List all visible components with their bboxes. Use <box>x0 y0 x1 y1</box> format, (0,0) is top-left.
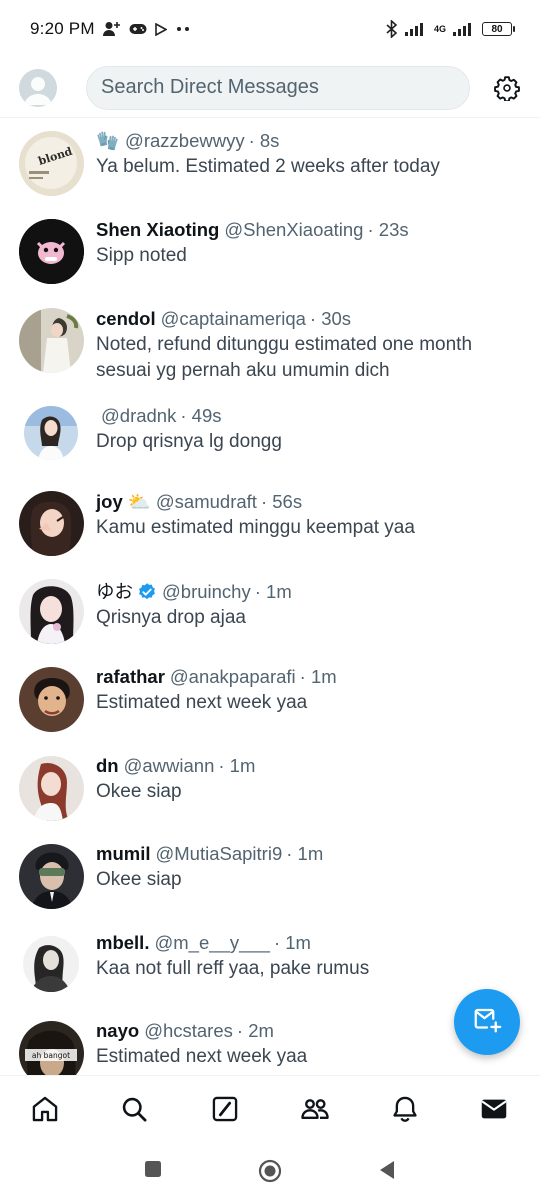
dm-time: · 1m <box>299 666 337 687</box>
new-message-icon <box>472 1005 502 1040</box>
avatar[interactable] <box>19 219 84 284</box>
dm-handle: @m_e__y___ <box>154 932 270 953</box>
dm-message: Okee siap <box>96 869 182 890</box>
dm-handle: @ShenXiaoating <box>224 219 364 240</box>
status-bar: 9:20 PM 4G 80 <box>0 0 540 58</box>
dm-message: Drop qrisnya lg dongg <box>96 431 282 452</box>
dm-handle: @samudraft <box>155 491 257 512</box>
play-store-icon <box>154 22 167 36</box>
add-person-icon <box>102 21 121 37</box>
dm-message: Okee siap <box>96 781 182 802</box>
verified-badge-icon <box>137 582 157 602</box>
dm-time: · 23s <box>367 219 409 240</box>
conversation-row[interactable]: cendol @captainameriqa · 30s Noted, refu… <box>0 296 540 404</box>
dm-time: · 8s <box>248 130 280 151</box>
avatar-caption: ah bangot <box>32 1051 70 1060</box>
bluetooth-icon <box>386 20 398 38</box>
conversation-row[interactable]: joy ⛅ @samudraft · 56s Kamu estimated mi… <box>0 489 540 577</box>
avatar[interactable] <box>19 579 84 644</box>
dm-message: Estimated next week yaa <box>96 1046 308 1067</box>
avatar[interactable] <box>19 844 84 909</box>
bottom-nav <box>0 1075 540 1143</box>
dm-message: Estimated next week yaa <box>96 692 308 713</box>
dm-name: mumil <box>96 843 151 864</box>
conversation-row[interactable]: ゆお @bruinchy · 1m Qrisnya drop ajaa <box>0 577 540 665</box>
dm-time: · 1m <box>286 843 324 864</box>
network-label: 4G <box>433 23 446 34</box>
dm-handle: @bruinchy <box>162 581 251 602</box>
avatar[interactable]: blond <box>19 131 84 196</box>
dm-time: · 1m <box>218 755 256 776</box>
gear-icon[interactable] <box>492 73 522 103</box>
dm-handle: @MutiaSapitri9 <box>155 843 283 864</box>
dm-handle: @dradnk <box>101 405 177 426</box>
dm-handle: @razzbewwyy <box>125 130 245 151</box>
dm-name: mbell. <box>96 932 150 953</box>
dm-message: Noted, refund ditunggu estimated one mon… <box>96 334 473 381</box>
dm-name: dn <box>96 755 119 776</box>
dm-name: ゆお <box>96 581 134 602</box>
notifications-icon[interactable] <box>390 1094 420 1124</box>
status-time: 9:20 PM <box>30 19 95 38</box>
messages-icon[interactable] <box>479 1094 509 1124</box>
dm-handle: @anakpaparafi <box>169 666 296 687</box>
network-type: 4G <box>433 23 446 34</box>
conversation-row[interactable]: Shen Xiaoting @ShenXiaoating · 23s Sipp … <box>0 207 540 296</box>
dm-name: Shen Xiaoting <box>96 219 220 240</box>
dm-message: Kamu estimated minggu keempat yaa <box>96 517 415 538</box>
gamepad-icon <box>129 23 147 35</box>
dm-message: Qrisnya drop ajaa <box>96 607 246 628</box>
dm-handle: @hcstares <box>144 1020 233 1041</box>
search-placeholder: Search Direct Messages <box>101 76 319 98</box>
dm-emoji: 🧤 <box>96 130 120 151</box>
profile-avatar[interactable] <box>19 68 57 107</box>
back-button[interactable] <box>378 1160 396 1180</box>
dm-time: · 1m <box>254 581 292 602</box>
signal-icon-2 <box>453 22 475 36</box>
avatar[interactable] <box>19 756 84 821</box>
dm-message: Sipp noted <box>96 245 187 266</box>
home-icon[interactable] <box>30 1094 60 1124</box>
conversation-row[interactable]: @dradnk · 49s Drop qrisnya lg dongg <box>0 404 540 489</box>
dm-time: · 1m <box>273 932 311 953</box>
conversation-row[interactable]: rafathar @anakpaparafi · 1m Estimated ne… <box>0 665 540 754</box>
dm-name: nayo <box>96 1020 140 1041</box>
more-notifications-icon <box>175 26 191 32</box>
communities-icon[interactable] <box>300 1094 330 1124</box>
header: Search Direct Messages <box>0 58 540 118</box>
conversation-row[interactable]: dn @awwiann · 1m Okee siap <box>0 754 540 842</box>
avatar[interactable] <box>19 667 84 732</box>
conversation-row[interactable]: mumil @MutiaSapitri9 · 1m Okee siap <box>0 842 540 931</box>
conversation-list: blond 🧤 @razzbewwyy · 8s Ya belum. Estim… <box>0 119 540 1075</box>
home-button[interactable] <box>258 1159 282 1183</box>
system-nav-bar <box>0 1143 540 1200</box>
recent-apps-button[interactable] <box>144 1160 162 1178</box>
signal-icon <box>404 22 427 36</box>
avatar[interactable] <box>24 406 78 460</box>
compose-icon[interactable] <box>210 1094 240 1124</box>
dm-time: · 2m <box>236 1020 274 1041</box>
dm-name: joy ⛅ <box>96 491 151 512</box>
avatar[interactable] <box>23 936 79 992</box>
dm-time: · 56s <box>260 491 303 512</box>
dm-time: · 49s <box>180 405 222 426</box>
dm-handle: @captainameriqa <box>160 308 306 329</box>
avatar[interactable] <box>19 308 84 373</box>
dm-name: cendol <box>96 308 156 329</box>
search-input[interactable]: Search Direct Messages <box>86 65 470 110</box>
battery-level: 80 <box>491 23 503 35</box>
avatar[interactable]: ah bangot <box>19 1021 84 1075</box>
new-message-button[interactable] <box>454 989 520 1055</box>
search-icon[interactable] <box>119 1094 149 1124</box>
dm-message: Kaa not full reff yaa, pake rumus <box>96 958 370 979</box>
dm-handle: @awwiann <box>123 755 215 776</box>
avatar[interactable] <box>19 491 84 556</box>
dm-name: rafathar <box>96 666 165 687</box>
dm-message: Ya belum. Estimated 2 weeks after today <box>96 156 440 177</box>
conversation-row[interactable]: blond 🧤 @razzbewwyy · 8s Ya belum. Estim… <box>0 119 540 207</box>
dm-time: · 30s <box>309 308 352 329</box>
battery-icon: 80 <box>482 22 515 36</box>
